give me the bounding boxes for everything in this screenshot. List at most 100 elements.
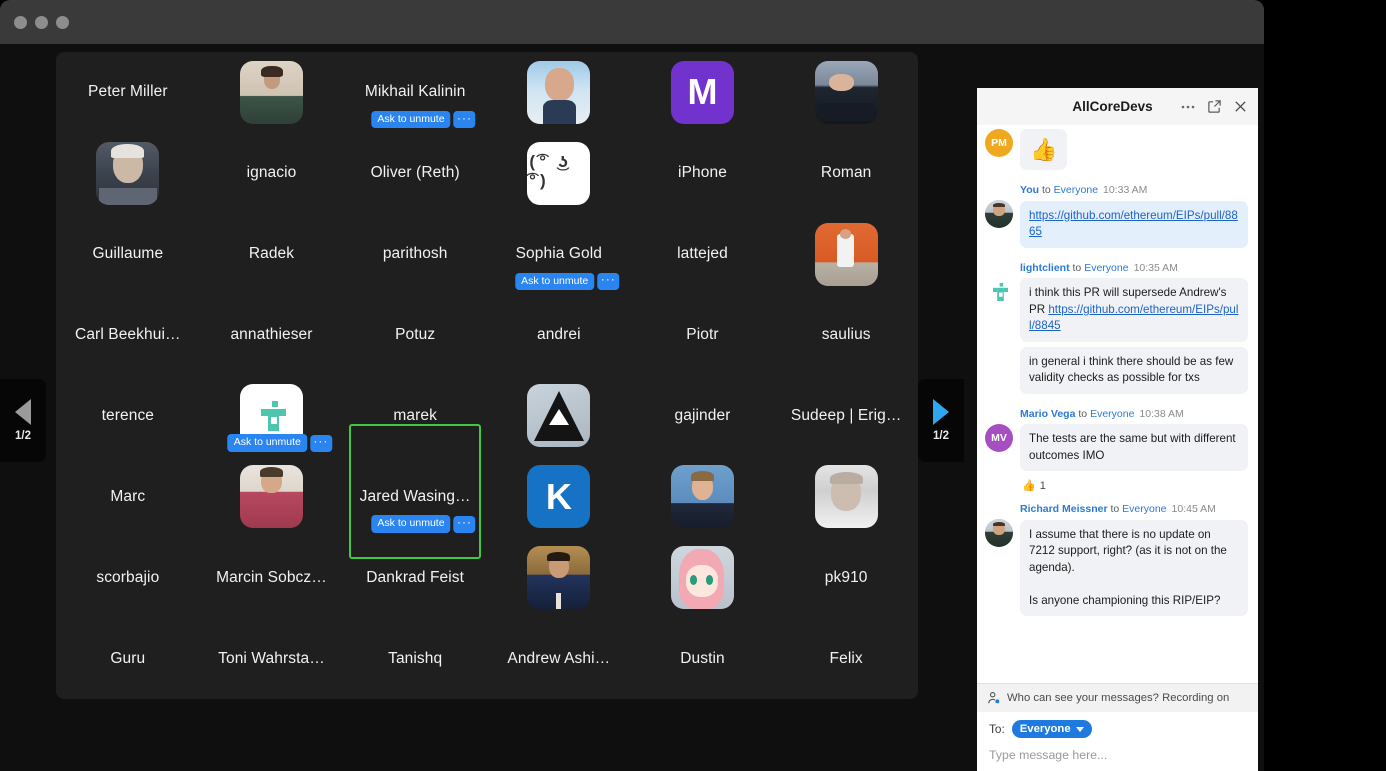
message-to-label: to <box>1042 184 1051 196</box>
participant-name: gajinder <box>675 407 731 425</box>
close-icon[interactable] <box>1233 99 1248 114</box>
participant-tile[interactable]: scorbajio <box>56 537 200 618</box>
participant-tile[interactable]: Radek <box>200 214 344 295</box>
participant-tile[interactable]: K <box>487 456 631 537</box>
privacy-notice-bar[interactable]: Who can see your messages? Recording on <box>977 683 1258 712</box>
participant-tile[interactable]: marek <box>343 376 487 457</box>
message-text: in general i think there should be as fe… <box>1020 347 1248 394</box>
video-gallery: Peter MillerMikhail KalininMignacioAsk t… <box>56 52 918 699</box>
participant-more-options-icon[interactable]: ··· <box>454 111 476 128</box>
participant-avatar <box>527 546 590 609</box>
participant-tile[interactable] <box>487 537 631 618</box>
participant-tile[interactable]: (͡° ͜ʖ ͡°) <box>487 133 631 214</box>
ask-to-unmute-button[interactable]: Ask to unmute <box>515 273 594 291</box>
next-page-button[interactable]: 1/2 <box>918 379 964 462</box>
participant-tile[interactable]: M <box>631 52 775 133</box>
participant-tile[interactable]: Toni Wahrsta… <box>200 618 344 699</box>
participant-tile[interactable] <box>56 133 200 214</box>
participant-more-options-icon[interactable]: ··· <box>454 516 476 533</box>
message-time: 10:45 AM <box>1172 503 1216 515</box>
participant-name: Potuz <box>395 326 435 344</box>
minimize-window-button[interactable] <box>35 16 48 29</box>
participant-more-options-icon[interactable]: ··· <box>597 273 619 290</box>
participant-tile[interactable] <box>631 537 775 618</box>
participant-avatar <box>240 61 303 124</box>
message-body: 👍 <box>1020 129 1248 175</box>
participant-tile[interactable]: Dustin <box>631 618 775 699</box>
message-to-label: to <box>1110 503 1119 515</box>
recipient-select[interactable]: Everyone <box>1012 720 1092 738</box>
participant-tile[interactable]: Roman <box>774 133 918 214</box>
participant-name: Mikhail Kalinin <box>365 83 466 101</box>
participant-tile[interactable]: Guru <box>56 618 200 699</box>
message-avatar: MV <box>985 424 1013 452</box>
participant-tile[interactable]: iPhone <box>631 133 775 214</box>
participant-name: Dankrad Feist <box>366 569 464 587</box>
participant-tile[interactable]: terence <box>56 376 200 457</box>
participant-tile[interactable]: Potuz <box>343 295 487 376</box>
close-window-button[interactable] <box>14 16 27 29</box>
message-reaction[interactable]: 👍1 <box>1020 478 1048 493</box>
window-titlebar <box>0 0 1264 44</box>
participant-tile[interactable] <box>487 376 631 457</box>
previous-page-button[interactable]: 1/2 <box>0 379 46 462</box>
participant-tile[interactable]: Andrew Ashi… <box>487 618 631 699</box>
message-target: Everyone <box>1122 503 1166 515</box>
participant-tile[interactable] <box>631 456 775 537</box>
participant-tile[interactable]: pk910 <box>774 537 918 618</box>
participant-name: lattejed <box>677 245 728 263</box>
participant-tile[interactable]: Guillaume <box>56 214 200 295</box>
participant-tile[interactable]: Ask to unmute··· <box>200 456 344 537</box>
participant-name: Marc <box>110 488 145 506</box>
participant-name: scorbajio <box>96 569 159 587</box>
participant-tile[interactable] <box>774 214 918 295</box>
message-body: You to Everyone10:33 AMhttps://github.co… <box>1020 184 1248 253</box>
ask-to-unmute-button[interactable]: Ask to unmute <box>371 111 450 129</box>
participant-tile[interactable]: ignacio <box>200 133 344 214</box>
message-input[interactable]: Type message here... <box>989 746 1246 762</box>
message-avatar <box>985 519 1013 547</box>
chat-header-actions <box>1180 99 1248 115</box>
participant-tile[interactable]: Felix <box>774 618 918 699</box>
zoom-window-button[interactable] <box>56 16 69 29</box>
participant-tile[interactable]: Peter Miller <box>56 52 200 133</box>
participant-tile[interactable]: Marcin Sobcz… <box>200 537 344 618</box>
message-sender: Richard Meissner <box>1020 503 1108 515</box>
message-link[interactable]: https://github.com/ethereum/EIPs/pull/88… <box>1029 209 1238 238</box>
participant-tile[interactable]: Ask to unmute···Oliver (Reth) <box>343 133 487 214</box>
ask-to-unmute-button[interactable]: Ask to unmute <box>371 515 450 533</box>
message-link[interactable]: https://github.com/ethereum/EIPs/pull/88… <box>1029 303 1238 332</box>
participant-tile[interactable]: Carl Beekhui… <box>56 295 200 376</box>
ask-to-unmute-button[interactable]: Ask to unmute <box>228 434 307 452</box>
chat-message-list[interactable]: PM👍You to Everyone10:33 AMhttps://github… <box>977 125 1258 683</box>
participant-tile[interactable]: gajinder <box>631 376 775 457</box>
participant-avatar <box>671 465 734 528</box>
participant-tile[interactable] <box>200 52 344 133</box>
more-options-icon[interactable] <box>1180 99 1196 115</box>
chat-panel: AllCoreDevs PM👍You to Everyone10:3 <box>977 88 1258 771</box>
participant-tile[interactable]: Tanishq <box>343 618 487 699</box>
participant-tile[interactable]: Ask to unmute···Dankrad Feist <box>343 537 487 618</box>
participant-tile[interactable] <box>487 52 631 133</box>
message-sender: lightclient <box>1020 262 1070 274</box>
participant-tile[interactable]: parithosh <box>343 214 487 295</box>
participant-more-options-icon[interactable]: ··· <box>310 435 332 452</box>
participant-tile[interactable]: saulius <box>774 295 918 376</box>
participant-tile[interactable]: Ask to unmute···andrei <box>487 295 631 376</box>
page-indicator-right: 1/2 <box>933 430 949 442</box>
participant-avatar: M <box>671 61 734 124</box>
participant-tile[interactable]: Piotr <box>631 295 775 376</box>
chat-message: MVMario Vega to Everyone10:38 AMThe test… <box>985 408 1248 495</box>
participant-tile[interactable] <box>774 52 918 133</box>
chat-message: You to Everyone10:33 AMhttps://github.co… <box>985 184 1248 253</box>
participant-tile[interactable]: annathieser <box>200 295 344 376</box>
window-body: Peter MillerMikhail KalininMignacioAsk t… <box>0 44 1264 771</box>
participant-tile[interactable]: Marc <box>56 456 200 537</box>
popout-icon[interactable] <box>1207 99 1222 114</box>
message-meta: Richard Meissner to Everyone 10:45 AM <box>1020 503 1248 517</box>
participant-tile[interactable]: Sudeep | Erig… <box>774 376 918 457</box>
message-time: 10:35 AM <box>1134 262 1178 274</box>
participant-tile[interactable]: lattejed <box>631 214 775 295</box>
participant-name: Piotr <box>686 326 718 344</box>
participant-tile[interactable] <box>774 456 918 537</box>
